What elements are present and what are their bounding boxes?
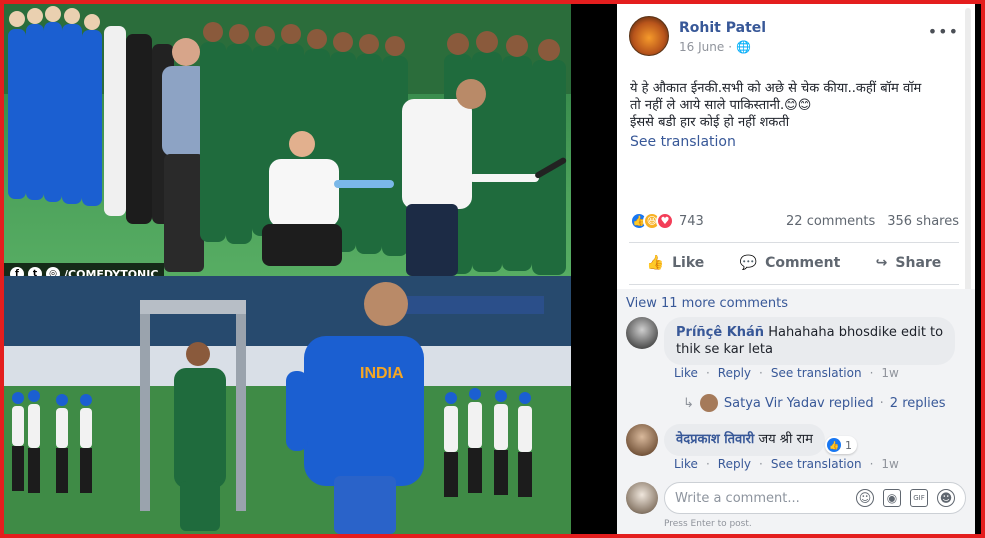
replier-avatar <box>699 394 718 412</box>
reply-arrow-icon: ↳ <box>683 395 694 411</box>
current-user-avatar <box>626 482 658 514</box>
instagram-icon: ◎ <box>46 267 60 276</box>
post-header: Rohit Patel 16 June · 🌐 <box>629 16 766 56</box>
like-label: Like <box>672 255 705 271</box>
comment-item: वेदप्रकाश तिवारी जय श्री राम 👍 1 <box>626 424 857 456</box>
commenter-avatar[interactable] <box>626 424 658 456</box>
comment-like-link[interactable]: Like <box>674 366 698 380</box>
facebook-icon: f <box>10 267 24 276</box>
comment-reply-link[interactable]: Reply <box>718 457 751 471</box>
comment-see-translation-link[interactable]: See translation <box>771 457 862 471</box>
shares-count[interactable]: 356 shares <box>887 214 959 229</box>
share-button[interactable]: ↪ Share <box>876 255 942 271</box>
comment-bubble: वेदप्रकाश तिवारी जय श्री राम <box>664 424 825 456</box>
commenter-name[interactable]: Príñçê Kháñ <box>676 325 764 340</box>
lineup-illustration <box>4 4 571 276</box>
privacy-dot: · <box>728 40 733 54</box>
svg-text:INDIA: INDIA <box>360 365 404 382</box>
comment-composer: Write a comment... ☺ ◉ GIF ☻ <box>626 482 966 514</box>
like-button[interactable]: 👍 Like <box>647 255 705 271</box>
see-translation-link[interactable]: See translation <box>630 134 736 150</box>
comment-like-count: 1 <box>844 438 852 452</box>
comment-icon: 💬 <box>739 255 758 271</box>
photo-stadium: INDIA <box>4 276 571 534</box>
post-text-line: तो नहीं ले आये साले पाकिस्तानी.😊😊 <box>630 98 812 113</box>
comment-see-translation-link[interactable]: See translation <box>771 366 862 380</box>
comment-text-continued: thik se kar leta <box>676 342 773 357</box>
comment-input-placeholder: Write a comment... <box>675 490 800 506</box>
comment-bubble: Príñçê Kháñ Hahahaha bhosdike edit to th… <box>664 317 956 365</box>
emoji-icon[interactable]: ☺ <box>856 489 874 507</box>
comments-count[interactable]: 22 comments <box>786 214 875 229</box>
post-text: ये हे औकात ईनकी.सभी को अछे से चेक कीया..… <box>630 80 970 131</box>
post-image[interactable]: f t ◎ /COMEDYTONIC INDIA <box>4 4 571 534</box>
divider <box>629 242 959 243</box>
post-date[interactable]: 16 June <box>679 40 724 54</box>
like-badge-icon: 👍 <box>826 438 841 452</box>
post-panel: Rohit Patel 16 June · 🌐 ••• ये हे औकात ई… <box>617 4 975 534</box>
post-text-line: ये हे औकात ईनकी.सभी को अछे से चेक कीया..… <box>630 81 922 96</box>
comment-like-link[interactable]: Like <box>674 457 698 471</box>
divider <box>629 284 959 285</box>
share-label: Share <box>895 255 942 271</box>
globe-icon: 🌐 <box>736 40 751 54</box>
social-handle-strip: f t ◎ /COMEDYTONIC <box>4 263 165 277</box>
post-text-line: ईससे बडी हार कोई हो नहीं शकती <box>630 115 790 130</box>
social-handle-text: /COMEDYTONIC <box>64 267 159 277</box>
thumbs-up-icon: 👍 <box>646 255 665 271</box>
stadium-illustration: INDIA <box>4 276 571 534</box>
view-more-comments-link[interactable]: View 11 more comments <box>626 296 788 311</box>
reaction-count: 743 <box>679 213 704 229</box>
photo-lineup: f t ◎ /COMEDYTONIC <box>4 4 571 276</box>
comment-like-badge[interactable]: 👍 1 <box>824 436 857 454</box>
reply-thread-dot: · <box>879 395 884 411</box>
reply-thread-link[interactable]: ↳ Satya Vir Yadav replied · 2 replies <box>683 394 946 412</box>
comment-item: Príñçê Kháñ Hahahaha bhosdike edit to th… <box>626 317 956 365</box>
reply-count: 2 replies <box>889 395 946 411</box>
author-name[interactable]: Rohit Patel <box>679 20 766 36</box>
comment-input[interactable]: Write a comment... ☺ ◉ GIF ☻ <box>664 482 966 514</box>
commenter-name[interactable]: वेदप्रकाश तिवारी <box>676 432 754 447</box>
comment-actions: Like · Reply · See translation · 1w <box>674 457 899 471</box>
post-actions: 👍 Like 💬 Comment ↪ Share <box>629 248 959 278</box>
comment-button[interactable]: 💬 Comment <box>740 255 841 271</box>
post-meta: 16 June · 🌐 <box>679 40 766 54</box>
comment-label: Comment <box>765 255 841 271</box>
comment-time[interactable]: 1w <box>881 457 898 471</box>
comment-text: जय श्री राम <box>758 432 813 447</box>
author-avatar[interactable] <box>629 16 669 56</box>
comment-actions: Like · Reply · See translation · 1w <box>674 366 899 380</box>
twitter-icon: t <box>28 267 42 276</box>
share-icon: ↪ <box>875 255 888 271</box>
reply-thread-text: Satya Vir Yadav replied <box>723 395 874 411</box>
more-options-icon[interactable]: ••• <box>928 22 959 41</box>
love-reaction-icon: ♥ <box>656 212 674 230</box>
composer-hint: Press Enter to post. <box>664 519 752 529</box>
camera-icon[interactable]: ◉ <box>883 489 901 507</box>
engagement-counts: 22 comments 356 shares <box>786 214 959 229</box>
gif-icon[interactable]: GIF <box>910 489 928 507</box>
comment-reply-link[interactable]: Reply <box>718 366 751 380</box>
commenter-avatar[interactable] <box>626 317 658 349</box>
comment-time[interactable]: 1w <box>881 366 898 380</box>
sticker-icon[interactable]: ☻ <box>937 489 955 507</box>
comment-text: Hahahaha bhosdike edit to <box>768 325 944 340</box>
reaction-summary[interactable]: 👍 😆 ♥ 743 <box>630 212 704 230</box>
